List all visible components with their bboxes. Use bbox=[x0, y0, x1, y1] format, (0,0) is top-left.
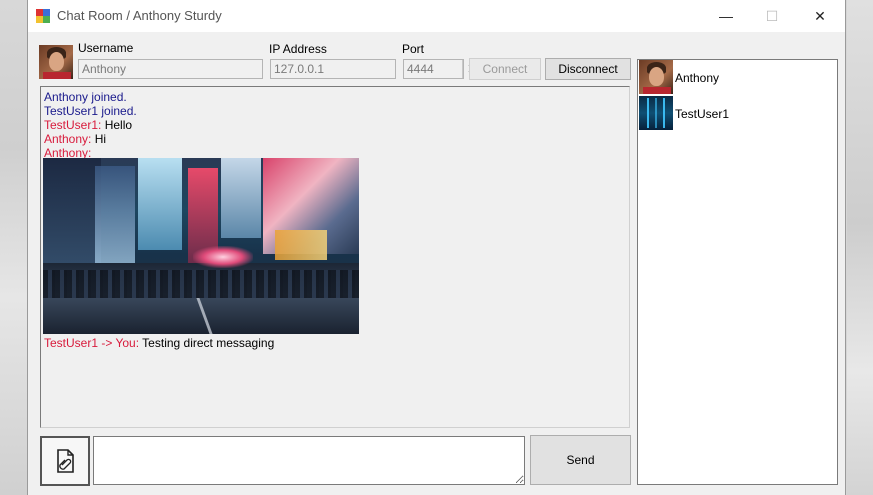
chat-message: Anthony: Hi bbox=[44, 132, 106, 146]
chat-log[interactable]: Anthony joined. TestUser1 joined. TestUs… bbox=[40, 86, 630, 428]
avatar bbox=[639, 96, 673, 130]
chat-message: TestUser1 joined. bbox=[44, 104, 137, 118]
attach-file-icon bbox=[57, 449, 74, 473]
sender-name: TestUser1 -> You: bbox=[44, 336, 140, 350]
desktop-backdrop-right bbox=[847, 0, 873, 495]
title-bar: Chat Room / Anthony Sturdy — ☐ ✕ bbox=[28, 0, 845, 32]
user-name: Anthony bbox=[675, 71, 720, 85]
ip-address-field[interactable] bbox=[270, 59, 396, 79]
current-user-avatar bbox=[39, 45, 73, 79]
chat-window: Chat Room / Anthony Sturdy — ☐ ✕ Usernam… bbox=[27, 0, 846, 495]
shared-image bbox=[43, 158, 359, 334]
message-text: Hello bbox=[101, 118, 133, 132]
attach-file-button[interactable] bbox=[40, 436, 90, 486]
avatar bbox=[639, 60, 673, 94]
disconnect-button[interactable]: Disconnect bbox=[545, 58, 631, 80]
maximize-button[interactable]: ☐ bbox=[749, 0, 795, 32]
minimize-button[interactable]: — bbox=[703, 0, 749, 32]
message-text: Testing direct messaging bbox=[139, 336, 275, 350]
desktop-backdrop-left bbox=[0, 0, 27, 495]
message-text: Hi bbox=[91, 132, 107, 146]
username-label: Username bbox=[78, 41, 134, 55]
user-list-item[interactable]: Anthony bbox=[639, 60, 836, 96]
sender-name: Anthony: bbox=[44, 132, 92, 146]
close-button[interactable]: ✕ bbox=[797, 0, 843, 32]
port-field[interactable] bbox=[403, 59, 464, 79]
message-input[interactable] bbox=[93, 436, 525, 485]
user-list[interactable]: Anthony TestUser1 bbox=[637, 59, 838, 485]
port-label: Port bbox=[402, 42, 425, 56]
window-title: Chat Room / Anthony Sturdy bbox=[57, 8, 222, 23]
username-field[interactable] bbox=[78, 59, 263, 79]
chat-message: TestUser1 -> You: Testing direct messagi… bbox=[44, 336, 274, 350]
user-list-item[interactable]: TestUser1 bbox=[639, 96, 836, 132]
chat-message: Anthony joined. bbox=[44, 90, 127, 104]
connect-button[interactable]: Connect bbox=[469, 58, 541, 80]
user-name: TestUser1 bbox=[675, 107, 730, 121]
chat-message: TestUser1: Hello bbox=[44, 118, 132, 132]
sender-name: TestUser1: bbox=[44, 118, 102, 132]
send-button[interactable]: Send bbox=[530, 435, 631, 485]
app-icon bbox=[36, 9, 50, 23]
ip-address-label: IP Address bbox=[269, 42, 327, 56]
